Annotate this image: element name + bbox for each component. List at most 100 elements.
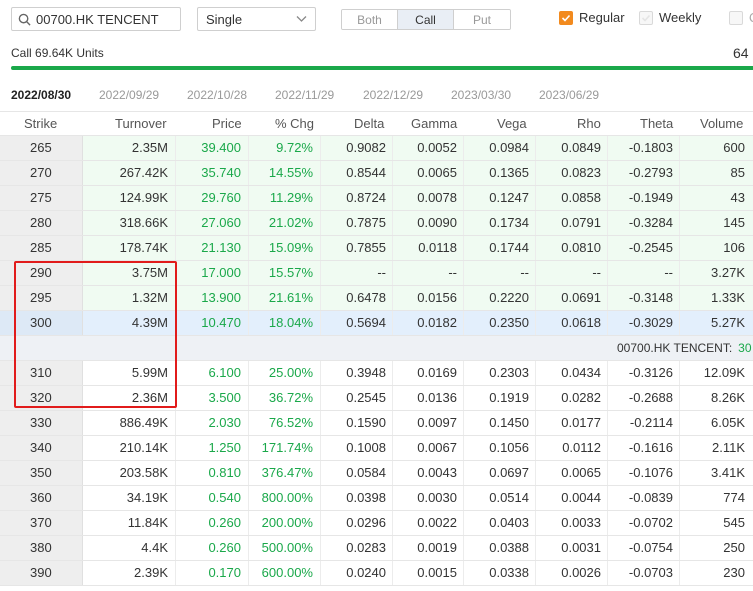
gamma-cell: 0.0078 <box>417 190 457 205</box>
quarterly-checkbox[interactable]: Qu <box>729 10 753 25</box>
column-divider <box>248 436 249 460</box>
weekly-checkbox[interactable]: Weekly <box>639 10 701 25</box>
column-divider <box>607 561 608 585</box>
expiry-tab-6[interactable]: 2023/03/30 <box>451 88 511 102</box>
expiry-tab-4[interactable]: 2022/11/29 <box>275 88 334 102</box>
table-row[interactable]: 360 34.19K 0.540 800.00% 0.0398 0.0030 0.0514 0… <box>0 486 753 511</box>
expiry-tab-7[interactable]: 2023/06/29 <box>539 88 599 102</box>
table-row[interactable]: 340 210.14K 1.250 171.74% 0.1008 0.0067 0.1056… <box>0 436 753 461</box>
theta-cell: -0.2793 <box>628 165 673 180</box>
tab-put[interactable]: Put <box>454 10 510 29</box>
expiry-tab-5[interactable]: 2022/12/29 <box>363 88 423 102</box>
column-divider <box>320 361 321 385</box>
column-divider <box>679 411 680 435</box>
expiry-tab-3[interactable]: 2022/10/28 <box>187 88 247 102</box>
table-row[interactable]: 275 124.99K 29.760 11.29% 0.8724 0.0078 0.1247… <box>0 186 753 211</box>
column-divider <box>175 211 176 235</box>
tab-both[interactable]: Both <box>342 10 398 29</box>
theta-cell: -0.0702 <box>628 515 673 530</box>
column-divider <box>248 311 249 335</box>
column-divider <box>535 486 536 510</box>
delta-cell: 0.3948 <box>346 365 386 380</box>
theta-cell: -0.3148 <box>628 290 673 305</box>
theta-cell: -0.1616 <box>628 440 673 455</box>
theta-cell: -0.1803 <box>628 140 673 155</box>
strategy-select[interactable]: Single <box>197 7 316 31</box>
table-row[interactable]: 270 267.42K 35.740 14.55% 0.8544 0.0065 0.1365… <box>0 161 753 186</box>
strike-cell: 320 <box>0 386 83 410</box>
column-divider <box>392 436 393 460</box>
table-row[interactable]: 370 11.84K 0.260 200.00% 0.0296 0.0022 0.0403 0… <box>0 511 753 536</box>
table-row[interactable]: 320 2.36M 3.500 36.72% 0.2545 0.0136 0.1919 0.0… <box>0 386 753 411</box>
regular-checkbox[interactable]: Regular <box>559 10 625 25</box>
price-cell: 17.000 <box>201 265 241 280</box>
table-row[interactable]: 390 2.39K 0.170 600.00% 0.0240 0.0015 0.0338 0.… <box>0 561 753 586</box>
theta-cell: -0.0754 <box>628 540 673 555</box>
column-divider <box>392 461 393 485</box>
strike-cell: 300 <box>0 311 83 335</box>
rho-cell: 0.0849 <box>561 140 601 155</box>
gamma-cell: 0.0097 <box>417 415 457 430</box>
column-divider <box>535 261 536 285</box>
tab-call[interactable]: Call <box>398 10 454 29</box>
column-divider <box>607 461 608 485</box>
column-divider <box>535 386 536 410</box>
rho-cell: -- <box>592 265 601 280</box>
table-row[interactable]: 280 318.66K 27.060 21.02% 0.7875 0.0090 0.1734… <box>0 211 753 236</box>
col-vega[interactable]: Vega <box>497 112 527 136</box>
col-chg[interactable]: % Chg <box>275 112 314 136</box>
column-divider <box>535 511 536 535</box>
column-divider <box>607 186 608 210</box>
col-volume[interactable]: Volume <box>700 112 743 136</box>
chg-cell: 15.09% <box>268 240 313 255</box>
column-divider <box>248 386 249 410</box>
price-cell: 29.760 <box>201 190 241 205</box>
col-delta[interactable]: Delta <box>354 112 384 136</box>
table-row[interactable]: 300 4.39M 10.470 18.04% 0.5694 0.0182 0.2350 0.… <box>0 311 753 336</box>
weekly-checkbox-label: Weekly <box>659 10 702 25</box>
checkbox-unchecked-icon <box>729 10 743 25</box>
column-divider <box>679 211 680 235</box>
col-price[interactable]: Price <box>212 112 242 136</box>
vega-cell: 0.1919 <box>489 390 529 405</box>
search-input[interactable]: 00700.HK TENCENT <box>11 7 181 31</box>
rho-cell: 0.0618 <box>561 315 601 330</box>
expiry-tab-2[interactable]: 2022/09/29 <box>99 88 159 102</box>
table-row[interactable]: 330 886.49K 2.030 76.52% 0.1590 0.0097 0.1450 0… <box>0 411 753 436</box>
col-strike[interactable]: Strike <box>24 112 57 136</box>
table-row[interactable]: 295 1.32M 13.900 21.61% 0.6478 0.0156 0.2220 0.… <box>0 286 753 311</box>
theta-cell: -0.3029 <box>628 315 673 330</box>
column-divider <box>320 386 321 410</box>
table-row[interactable]: 380 4.4K 0.260 500.00% 0.0283 0.0019 0.0388 0.0… <box>0 536 753 561</box>
search-value: 00700.HK TENCENT <box>36 11 159 27</box>
call-summary: Call 69.64K Units <box>11 46 104 60</box>
gamma-cell: 0.0169 <box>417 365 457 380</box>
expiry-tab-1[interactable]: 2022/08/30 <box>11 88 71 102</box>
volume-cell: 43 <box>730 190 745 205</box>
table-row[interactable]: 290 3.75M 17.000 15.57% -- -- -- -- -- 3.27K <box>0 261 753 286</box>
delta-cell: 0.6478 <box>346 290 386 305</box>
col-theta[interactable]: Theta <box>640 112 673 136</box>
column-divider <box>607 211 608 235</box>
chg-cell: 25.00% <box>268 365 313 380</box>
table-row[interactable]: 350 203.58K 0.810 376.47% 0.0584 0.0043 0.0697… <box>0 461 753 486</box>
column-divider <box>679 536 680 560</box>
vega-cell: 0.0697 <box>489 465 529 480</box>
column-divider <box>248 461 249 485</box>
price-cell: 0.260 <box>208 540 241 555</box>
volume-cell: 2.11K <box>711 440 745 455</box>
table-row[interactable]: 310 5.99M 6.100 25.00% 0.3948 0.0169 0.2303 0.0… <box>0 361 753 386</box>
summary-right-value: 64 <box>733 45 749 61</box>
delta-cell: 0.7875 <box>346 215 386 230</box>
column-divider <box>248 286 249 310</box>
column-divider <box>463 211 464 235</box>
table-row[interactable]: 265 2.35M 39.400 9.72% 0.9082 0.0052 0.0984 0.0… <box>0 136 753 161</box>
table-row[interactable]: 285 178.74K 21.130 15.09% 0.7855 0.0118 0.1744… <box>0 236 753 261</box>
checkbox-unchecked-icon <box>639 10 653 25</box>
delta-cell: 0.0398 <box>346 490 386 505</box>
strike-cell: 285 <box>0 236 83 260</box>
col-rho[interactable]: Rho <box>577 112 601 136</box>
col-turnover[interactable]: Turnover <box>115 112 167 136</box>
theta-cell: -0.0703 <box>628 565 673 580</box>
col-gamma[interactable]: Gamma <box>411 112 457 136</box>
